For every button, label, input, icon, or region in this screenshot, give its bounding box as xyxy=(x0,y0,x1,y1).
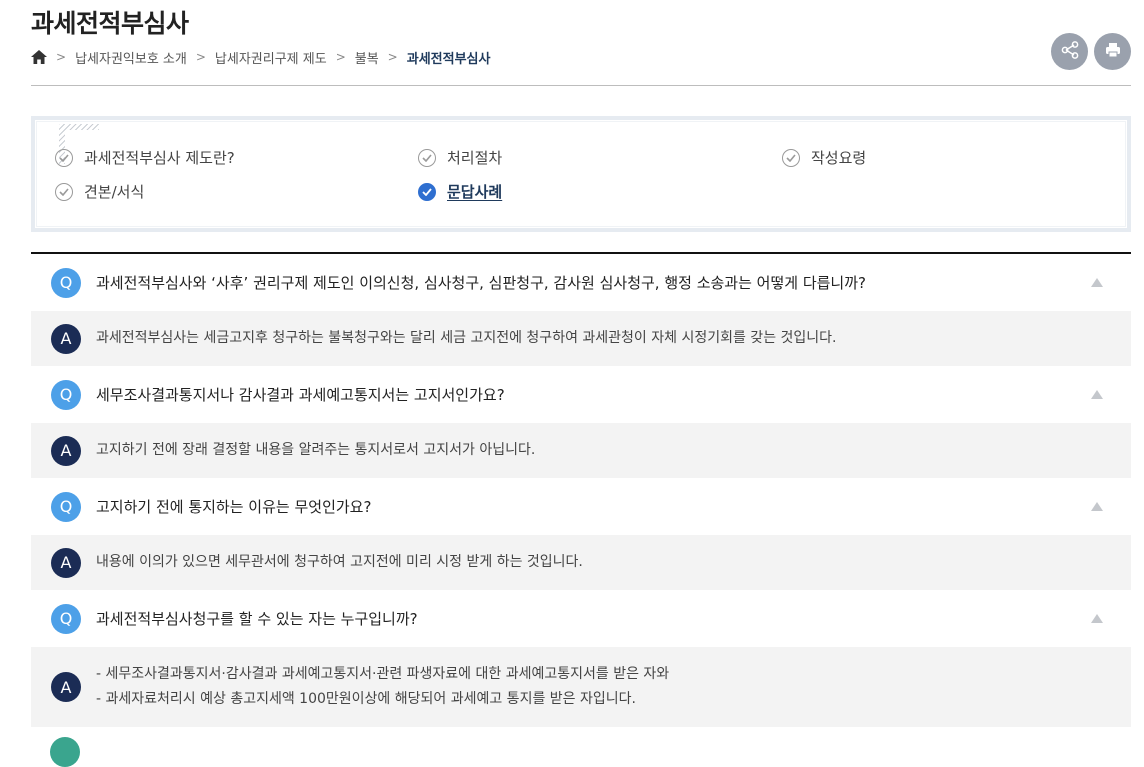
faq-answer-line: 내용에 이의가 있으면 세무관서에 청구하여 고지전에 미리 시정 받게 하는 … xyxy=(96,554,583,570)
breadcrumb-separator-icon: > xyxy=(387,50,398,64)
sub-nav-inner xyxy=(36,121,1126,227)
breadcrumb-item-remedy-system[interactable]: 납세자권리구제 제도 xyxy=(215,48,327,67)
sub-nav-label: 과세전적부심사 제도란? xyxy=(84,149,235,167)
sub-nav-item-procedure[interactable]: 처리절차 xyxy=(418,147,502,168)
faq-answer-line: - 과세자료처리시 예상 총고지세액 100만원이상에 해당되어 과세예고 통지… xyxy=(96,691,636,707)
faq-question-row[interactable]: Q 과세전적부심사와 ‘사후’ 권리구제 제도인 이의신청, 심사청구, 심판청… xyxy=(31,254,1131,311)
faq-question-text: 고지하기 전에 통지하는 이유는 무엇인가요? xyxy=(96,498,372,516)
page-actions xyxy=(1051,33,1131,70)
faq-question-row[interactable]: Q 세무조사결과통지서나 감사결과 과세예고통지서는 고지서인가요? xyxy=(31,366,1131,423)
home-icon[interactable] xyxy=(31,50,47,64)
faq-answer-row: A - 세무조사결과통지서·감사결과 과세예고통지서·관련 파생자료에 대한 과… xyxy=(31,647,1131,727)
faq-list: Q 과세전적부심사와 ‘사후’ 권리구제 제도인 이의신청, 심사청구, 심판청… xyxy=(31,254,1131,727)
hatch-decoration xyxy=(61,124,99,130)
breadcrumb-item-taxpayer-protection[interactable]: 납세자권익보호 소개 xyxy=(75,48,187,67)
answer-badge: A xyxy=(51,672,81,702)
sub-nav-label: 견본/서식 xyxy=(84,183,145,201)
page-title: 과세전적부심사 xyxy=(31,9,189,38)
breadcrumb-item-appeal[interactable]: 불복 xyxy=(355,48,379,67)
answer-badge: A xyxy=(51,323,81,354)
breadcrumb-separator-icon: > xyxy=(195,50,206,64)
sub-nav-label: 처리절차 xyxy=(447,149,503,167)
faq-answer-row: A 과세전적부심사는 세금고지후 청구하는 불복청구와는 달리 세금 고지전에 … xyxy=(31,311,1131,366)
faq-question-row[interactable]: Q 과세전적부심사청구를 할 수 있는 자는 누구입니까? xyxy=(31,590,1131,647)
faq-answer-text: - 세무조사결과통지서·감사결과 과세예고통지서·관련 파생자료에 대한 과세예… xyxy=(96,662,669,712)
check-circle-icon xyxy=(55,148,73,167)
check-circle-active-icon xyxy=(418,182,436,201)
question-badge: Q xyxy=(51,491,81,522)
breadcrumb-separator-icon: > xyxy=(335,50,346,64)
faq-answer-text: 고지하기 전에 장래 결정할 내용을 알려주는 통지서로서 고지서가 아닙니다. xyxy=(96,438,535,463)
answer-badge: A xyxy=(51,547,81,578)
sub-nav: 과세전적부심사 제도란? 처리절차 작성요령 견본/서식 문답사례 xyxy=(31,116,1131,232)
collapse-arrow-icon[interactable] xyxy=(1091,614,1103,623)
sub-nav-label-active: 문답사례 xyxy=(447,183,503,201)
faq-question-text: 세무조사결과통지서나 감사결과 과세예고통지서는 고지서인가요? xyxy=(96,386,505,404)
breadcrumb-separator-icon: > xyxy=(56,50,67,64)
faq-answer-row: A 고지하기 전에 장래 결정할 내용을 알려주는 통지서로서 고지서가 아닙니… xyxy=(31,423,1131,478)
share-button[interactable] xyxy=(1051,33,1088,70)
sub-nav-item-forms[interactable]: 견본/서식 xyxy=(55,181,144,202)
sub-nav-label: 작성요령 xyxy=(811,149,867,167)
faq-answer-line: - 세무조사결과통지서·감사결과 과세예고통지서·관련 파생자료에 대한 과세예… xyxy=(96,666,670,682)
faq-answer-line: 고지하기 전에 장래 결정할 내용을 알려주는 통지서로서 고지서가 아닙니다. xyxy=(96,442,536,458)
faq-question-row[interactable]: Q 고지하기 전에 통지하는 이유는 무엇인가요? xyxy=(31,478,1131,535)
breadcrumb: > 납세자권익보호 소개 > 납세자권리구제 제도 > 불복 > 과세전적부심사 xyxy=(31,47,490,67)
sub-nav-item-overview[interactable]: 과세전적부심사 제도란? xyxy=(55,147,235,168)
sub-nav-item-guide[interactable]: 작성요령 xyxy=(782,147,866,168)
faq-question-text: 과세전적부심사청구를 할 수 있는 자는 누구입니까? xyxy=(96,610,418,628)
faq-question-text: 과세전적부심사와 ‘사후’ 권리구제 제도인 이의신청, 심사청구, 심판청구,… xyxy=(96,274,866,292)
collapse-arrow-icon[interactable] xyxy=(1091,502,1103,511)
check-circle-icon xyxy=(782,148,800,167)
header-divider xyxy=(31,85,1131,86)
print-icon xyxy=(1103,40,1123,64)
faq-answer-text: 내용에 이의가 있으면 세무관서에 청구하여 고지전에 미리 시정 받게 하는 … xyxy=(96,550,583,575)
answer-badge: A xyxy=(51,435,81,466)
collapse-arrow-icon[interactable] xyxy=(1091,278,1103,287)
collapse-arrow-icon[interactable] xyxy=(1091,390,1103,399)
question-badge: Q xyxy=(51,267,81,298)
faq-answer-line: 과세전적부심사는 세금고지후 청구하는 불복청구와는 달리 세금 고지전에 청구… xyxy=(96,330,837,346)
print-button[interactable] xyxy=(1094,33,1131,70)
question-badge: Q xyxy=(51,379,81,410)
faq-answer-row: A 내용에 이의가 있으면 세무관서에 청구하여 고지전에 미리 시정 받게 하… xyxy=(31,535,1131,590)
next-question-badge-partial xyxy=(50,737,80,767)
question-badge: Q xyxy=(51,603,81,634)
share-icon xyxy=(1060,40,1080,64)
check-circle-icon xyxy=(418,148,436,167)
faq-answer-text: 과세전적부심사는 세금고지후 청구하는 불복청구와는 달리 세금 고지전에 청구… xyxy=(96,326,837,351)
check-circle-icon xyxy=(55,182,73,201)
breadcrumb-item-current: 과세전적부심사 xyxy=(406,51,491,67)
sub-nav-item-faq[interactable]: 문답사례 xyxy=(418,181,502,202)
